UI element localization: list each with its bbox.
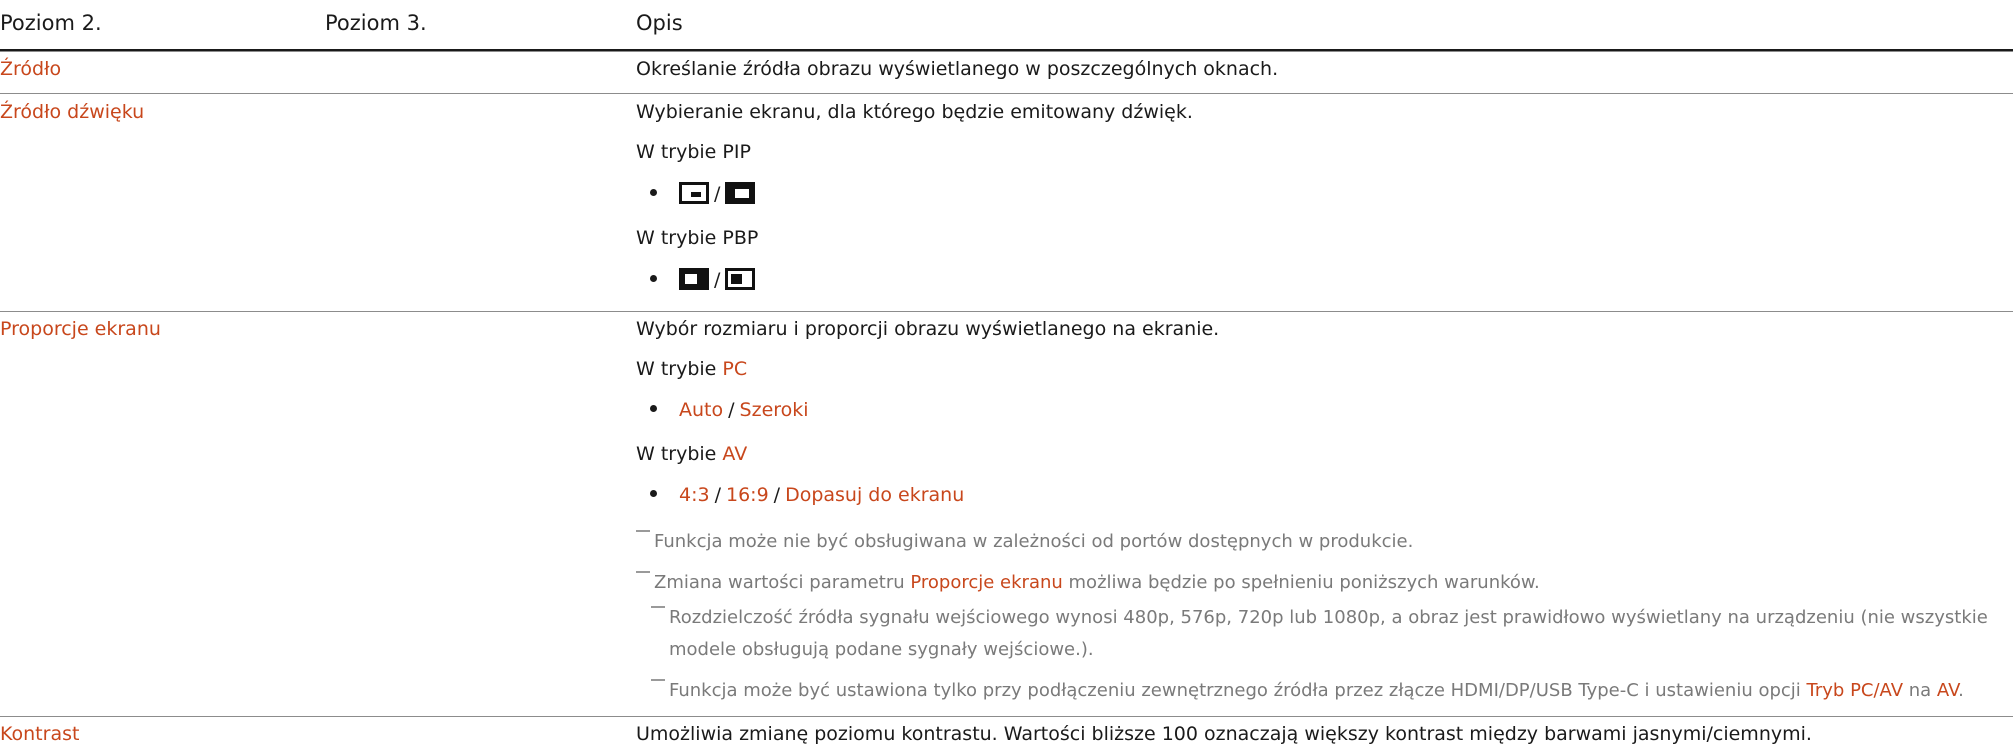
row-label-kontrast: Kontrast <box>0 723 80 745</box>
row-divider <box>0 311 2013 312</box>
option-4-3: 4:3 <box>679 484 710 506</box>
subnote-2: Funkcja może być ustawiona tylko przy po… <box>651 679 1964 701</box>
av-mode-label: W trybie AV <box>636 443 747 465</box>
mode-prefix: W trybie <box>636 443 723 465</box>
manual-table: Poziom 2. Poziom 3. Opis Źródło Określan… <box>0 0 2013 752</box>
pc-option-list: Auto / Szeroki <box>640 399 809 421</box>
row-divider <box>0 51 2013 52</box>
bullet <box>650 189 657 196</box>
note-dash <box>636 571 650 573</box>
row-desc-kontrast: Umożliwia zmianę poziomu kontrastu. Wart… <box>636 723 1812 745</box>
subnote-1-line2: modele obsługują podane sygnały wejściow… <box>669 639 1094 660</box>
mode-prefix: W trybie <box>636 358 723 380</box>
row-label-proporcje: Proporcje ekranu <box>0 318 161 340</box>
subnote-2-pre: Funkcja może być ustawiona tylko przy po… <box>669 680 1807 701</box>
subnote-2-end: . <box>1958 680 1964 701</box>
pbp-left-main-icon <box>679 268 709 290</box>
header-level2: Poziom 2. <box>0 11 102 35</box>
row-label-zrodlo: Źródło <box>0 58 62 80</box>
pip-mode-label: W trybie PIP <box>636 141 751 163</box>
note-1: Funkcja może nie być obsługiwana w zależ… <box>636 530 1413 552</box>
option-auto: Auto <box>679 399 724 421</box>
row-desc-proporcje: Wybór rozmiaru i proporcji obrazu wyświe… <box>636 318 1220 340</box>
subnote-2-highlight-mode: Tryb PC/AV <box>1806 680 1904 701</box>
note-dash <box>651 679 665 681</box>
row-divider <box>0 716 2013 717</box>
mode-av: AV <box>722 443 748 465</box>
subnote-1: Rozdzielczość źródła sygnału wejściowego… <box>651 606 1988 628</box>
row-divider <box>0 93 2013 94</box>
bullet <box>650 275 657 282</box>
note-dash <box>651 606 665 608</box>
row-label-zrodlo-dzwieku: Źródło dźwięku <box>0 101 145 123</box>
note-1-text: Funkcja może nie być obsługiwana w zależ… <box>654 531 1414 552</box>
row-desc-zrodlo: Określanie źródła obrazu wyświetlanego w… <box>636 58 1279 80</box>
header-level3: Poziom 3. <box>325 11 427 35</box>
note-2-highlight: Proporcje ekranu <box>910 572 1063 593</box>
pip-icon-list: / <box>640 182 756 207</box>
av-option-list: 4:3/16:9/Dopasuj do ekranu <box>640 484 964 506</box>
separator: / <box>714 269 721 291</box>
bullet <box>650 490 657 497</box>
pip-inverse-icon <box>725 182 756 204</box>
pbp-icon-list: / <box>640 268 756 293</box>
note-2: Zmiana wartości parametru Proporcje ekra… <box>636 571 1540 593</box>
subnote-2-highlight-av: AV <box>1936 680 1959 701</box>
pc-mode-label: W trybie PC <box>636 358 747 380</box>
bullet <box>650 405 657 412</box>
separator: / <box>773 484 781 506</box>
option-szeroki: Szeroki <box>739 399 809 421</box>
option-dopasuj: Dopasuj do ekranu <box>785 484 965 506</box>
subnote-1-line1: Rozdzielczość źródła sygnału wejściowego… <box>669 607 1988 628</box>
row-desc-zrodlo-dzwieku: Wybieranie ekranu, dla którego będzie em… <box>636 101 1193 123</box>
mode-pc: PC <box>722 358 748 380</box>
pip-large-main-icon <box>679 182 709 204</box>
header-description: Opis <box>636 11 683 35</box>
separator: / <box>728 399 735 421</box>
note-dash <box>636 530 650 532</box>
separator: / <box>714 484 721 506</box>
note-2-pre: Zmiana wartości parametru <box>654 572 911 593</box>
option-16-9: 16:9 <box>725 484 769 506</box>
note-2-post: możliwa będzie po spełnieniu poniższych … <box>1062 572 1540 593</box>
separator: / <box>714 183 721 205</box>
table-header: Poziom 2. Poziom 3. Opis <box>0 0 2013 46</box>
pbp-mode-label: W trybie PBP <box>636 227 759 249</box>
pbp-right-main-icon <box>725 268 756 290</box>
subnote-2-mid: na <box>1903 680 1937 701</box>
